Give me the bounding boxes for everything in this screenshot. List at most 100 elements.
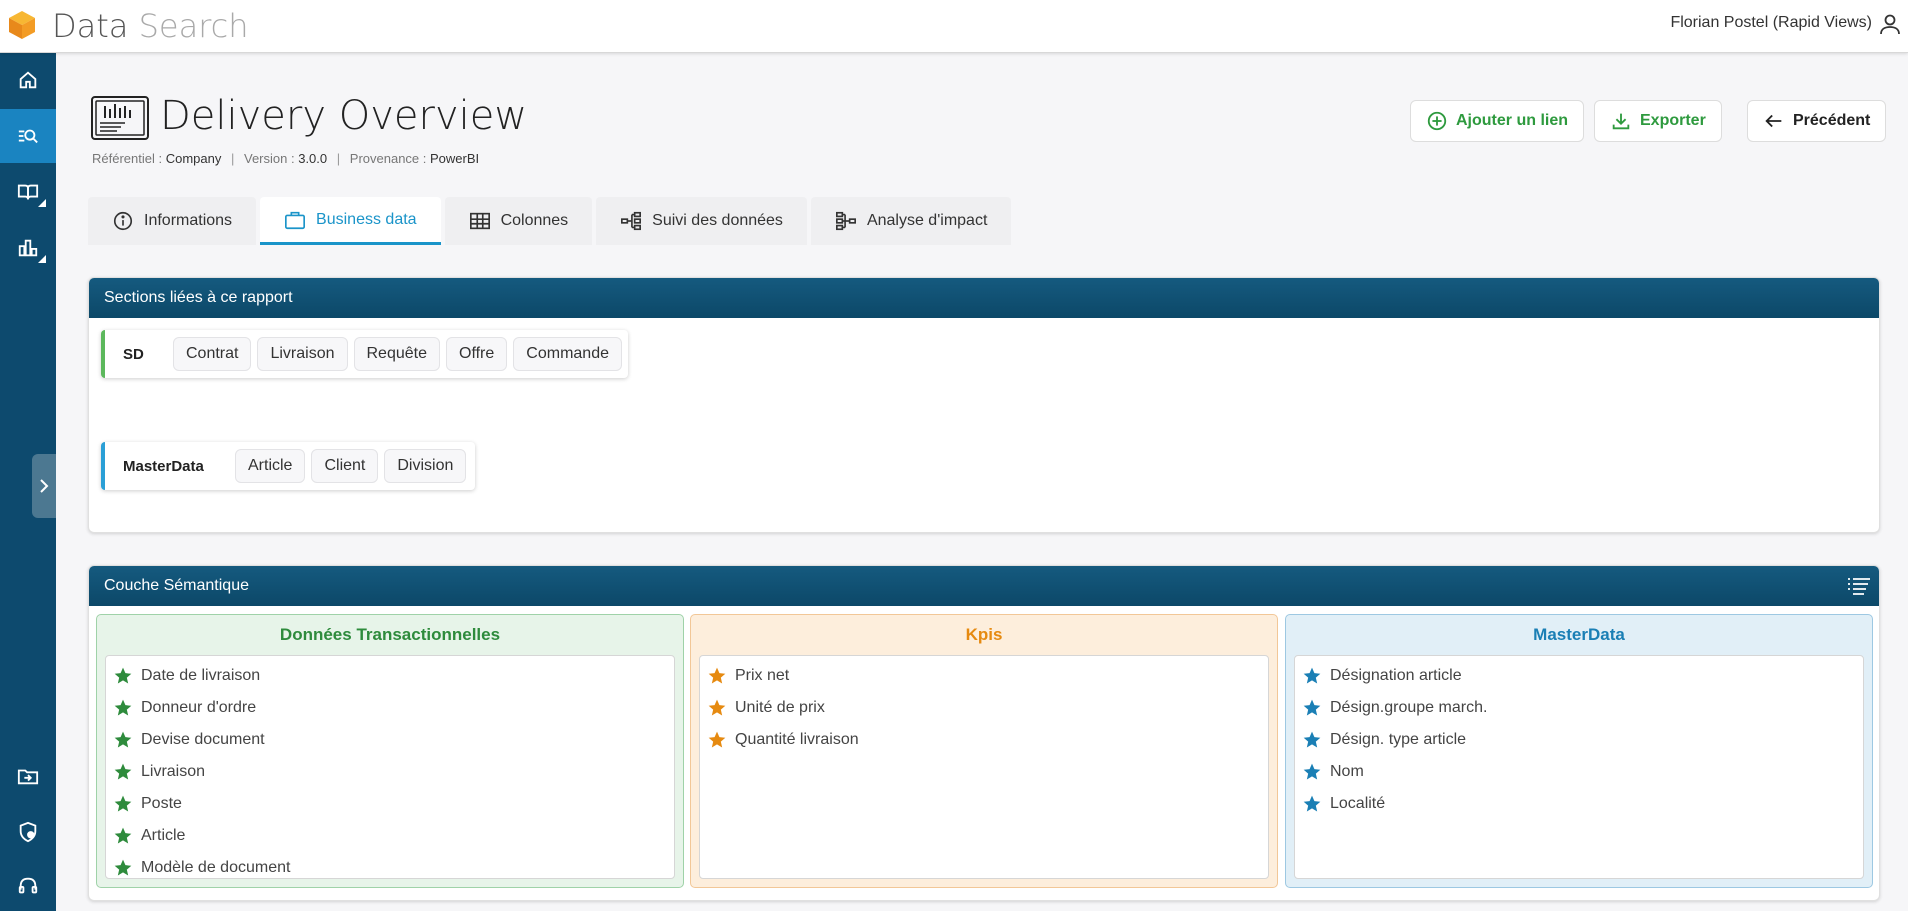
list-item[interactable]: Désignation article xyxy=(1295,660,1863,692)
star-icon xyxy=(708,699,726,716)
item-label: Désign. type article xyxy=(1330,731,1467,748)
tab-analyse-impact[interactable]: Analyse d'impact xyxy=(810,197,1012,245)
export-button[interactable]: Exporter xyxy=(1594,100,1722,142)
sidebar-item-reports[interactable] xyxy=(0,221,56,275)
shield-icon xyxy=(19,821,37,843)
top-bar: Data Search Florian Postel (Rapid Views) xyxy=(0,0,1908,53)
meta-separator: | xyxy=(336,151,341,166)
section-chip[interactable]: Contrat xyxy=(173,337,252,371)
item-label: Livraison xyxy=(141,763,206,780)
app-title-part2: Search xyxy=(138,7,249,45)
sections-panel-header: Sections liées à ce rapport xyxy=(89,278,1879,318)
user-icon[interactable] xyxy=(1878,12,1902,36)
app-title: Data Search xyxy=(52,6,249,46)
section-chip[interactable]: Client xyxy=(311,449,379,483)
column-items: Prix net Unité de prix Quantité livraiso… xyxy=(699,655,1269,879)
section-chip[interactable]: Commande xyxy=(513,337,622,371)
sidebar-expand-toggle[interactable] xyxy=(32,454,56,518)
export-label: Exporter xyxy=(1640,112,1706,129)
tab-informations[interactable]: Informations xyxy=(88,197,257,245)
list-item[interactable]: Quantité livraison xyxy=(700,724,1268,756)
item-label: Désign.groupe march. xyxy=(1330,699,1488,716)
star-icon xyxy=(114,827,132,844)
previous-button[interactable]: Précédent xyxy=(1747,100,1887,142)
item-label: Nom xyxy=(1330,763,1364,780)
column-title: Kpis xyxy=(965,625,1003,644)
star-icon xyxy=(114,763,132,780)
list-item[interactable]: Désign. type article xyxy=(1295,724,1863,756)
section-group-sd: SD Contrat Livraison Requête Offre Comma… xyxy=(101,330,628,378)
list-item[interactable]: Nom xyxy=(1295,756,1863,788)
impact-icon xyxy=(835,211,856,231)
star-icon xyxy=(114,859,132,876)
item-label: Unité de prix xyxy=(735,699,825,716)
chart-icon xyxy=(18,239,38,257)
expand-indicator xyxy=(38,199,46,207)
sections-panel-title: Sections liées à ce rapport xyxy=(104,289,293,306)
section-group-masterdata: MasterData Article Client Division xyxy=(101,442,475,490)
list-item[interactable]: Poste xyxy=(106,788,674,820)
sidebar-item-glossary[interactable] xyxy=(0,165,56,219)
section-chip[interactable]: Requête xyxy=(353,337,440,371)
briefcase-icon xyxy=(285,211,306,229)
list-item[interactable]: Unité de prix xyxy=(700,692,1268,724)
home-icon xyxy=(19,71,37,89)
list-item[interactable]: Prix net xyxy=(700,660,1268,692)
referentiel-value: Company xyxy=(165,151,222,166)
list-item[interactable]: Devise document xyxy=(106,724,674,756)
item-label: Devise document xyxy=(141,731,265,748)
item-label: Modèle de document xyxy=(141,859,291,876)
search-list-icon xyxy=(18,129,38,144)
section-group-name: SD xyxy=(123,345,144,363)
sidebar-item-security[interactable] xyxy=(0,805,56,859)
chevron-right-icon xyxy=(40,479,49,493)
section-chip[interactable]: Offre xyxy=(446,337,508,371)
star-icon xyxy=(1303,795,1321,812)
arrow-left-icon xyxy=(1765,114,1782,128)
book-icon xyxy=(17,184,39,200)
add-link-label: Ajouter un lien xyxy=(1456,112,1568,129)
item-label: Poste xyxy=(141,795,182,812)
tab-label: Business data xyxy=(316,210,417,228)
provenance-label: Provenance : xyxy=(349,151,427,166)
semantic-column-kpis: Kpis Prix net Unité de prix Quantité liv… xyxy=(690,614,1278,888)
section-group-name: MasterData xyxy=(123,457,204,475)
previous-label: Précédent xyxy=(1793,112,1871,129)
version-label: Version : xyxy=(244,151,295,166)
list-item[interactable]: Date de livraison xyxy=(106,660,674,692)
list-item[interactable]: Désign.groupe march. xyxy=(1295,692,1863,724)
app-title-part1: Data xyxy=(52,7,129,45)
list-item[interactable]: Article xyxy=(106,820,674,852)
add-link-button[interactable]: Ajouter un lien xyxy=(1410,100,1584,142)
star-icon xyxy=(708,731,726,748)
sidebar-item-support[interactable] xyxy=(0,859,56,911)
tab-suivi-donnees[interactable]: Suivi des données xyxy=(596,197,807,245)
list-item[interactable]: Modèle de document xyxy=(106,852,674,884)
sidebar-item-home[interactable] xyxy=(0,53,56,107)
tab-colonnes[interactable]: Colonnes xyxy=(444,197,593,245)
list-item[interactable]: Localité xyxy=(1295,788,1863,820)
section-chip[interactable]: Division xyxy=(384,449,467,483)
sidebar-item-search[interactable] xyxy=(0,109,56,163)
star-icon xyxy=(1303,667,1321,684)
star-icon xyxy=(114,795,132,812)
item-label: Désignation article xyxy=(1330,667,1462,684)
version-value: 3.0.0 xyxy=(298,151,328,166)
logo-icon[interactable] xyxy=(6,9,38,41)
semantic-column-transactional: Données Transactionnelles Date de livrai… xyxy=(96,614,684,888)
list-item[interactable]: Livraison xyxy=(106,756,674,788)
sidebar-item-import[interactable] xyxy=(0,749,56,803)
star-icon xyxy=(708,667,726,684)
list-item[interactable]: Donneur d'ordre xyxy=(106,692,674,724)
user-name[interactable]: Florian Postel (Rapid Views) xyxy=(1670,14,1872,32)
section-chip[interactable]: Livraison xyxy=(257,337,348,371)
tab-bar: Informations Business data Colonnes Suiv… xyxy=(88,197,1012,245)
section-chip[interactable]: Article xyxy=(235,449,306,483)
list-filter-icon[interactable] xyxy=(1847,576,1871,596)
item-label: Date de livraison xyxy=(141,667,261,684)
expand-indicator xyxy=(38,255,46,263)
folder-import-icon xyxy=(17,769,39,785)
semantic-panel: Couche Sémantique Données Transactionnel… xyxy=(88,565,1880,901)
tab-business-data[interactable]: Business data xyxy=(260,197,441,245)
plus-circle-icon xyxy=(1427,111,1447,131)
